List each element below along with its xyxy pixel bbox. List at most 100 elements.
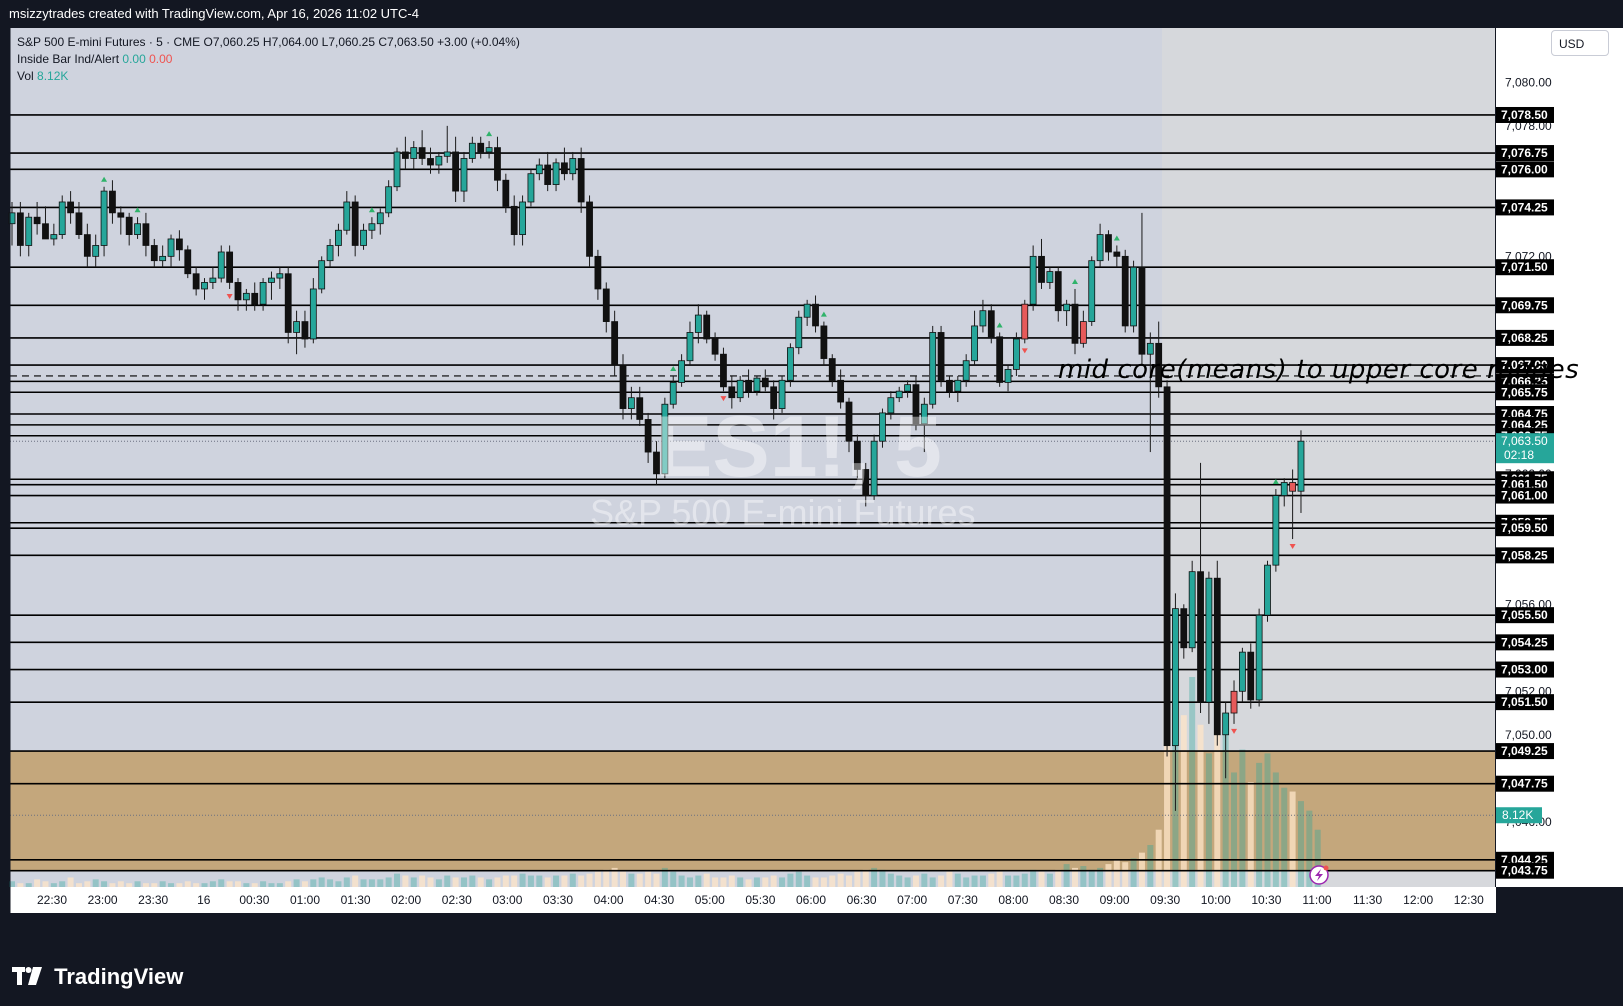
volume-bar xyxy=(837,873,844,887)
legend-volume-row[interactable]: Vol 8.12K xyxy=(17,68,520,85)
candle-body xyxy=(1038,255,1045,283)
candle-body xyxy=(987,310,995,338)
volume-bar xyxy=(1205,753,1212,887)
volume-bar xyxy=(1147,845,1154,887)
price-axis-tick: 7,050.00 xyxy=(1505,728,1552,742)
candle-body xyxy=(1297,440,1305,492)
volume-label: Vol xyxy=(17,69,34,83)
level-price-label: 7,071.50 xyxy=(1501,260,1548,274)
currency-button[interactable]: USD xyxy=(1551,30,1609,56)
candle-body xyxy=(58,201,66,235)
volume-bar xyxy=(318,877,325,887)
candle-body xyxy=(351,201,359,246)
candle-body xyxy=(234,282,242,301)
candle-body xyxy=(502,179,510,207)
time-axis-tick: 02:30 xyxy=(442,893,472,907)
candle-body xyxy=(736,379,744,399)
volume-tag-label: 8.12K xyxy=(1502,808,1533,822)
candle-body xyxy=(611,321,619,366)
bar-countdown: 02:18 xyxy=(1504,448,1534,462)
volume-bar xyxy=(569,873,576,887)
time-axis-tick: 05:30 xyxy=(745,893,775,907)
volume-bar xyxy=(486,879,493,887)
volume-bar xyxy=(276,883,283,887)
chart-annotation[interactable]: mid core(means) to upper core ranges xyxy=(1058,355,1579,385)
volume-bar xyxy=(645,871,652,887)
volume-bar xyxy=(854,871,861,887)
volume-bar xyxy=(527,875,534,887)
candle-body xyxy=(485,147,493,153)
volume-bar xyxy=(912,875,919,887)
alert-dot-icon xyxy=(1323,865,1329,871)
volume-bar xyxy=(117,881,124,887)
volume-bar xyxy=(954,873,961,887)
candle-body xyxy=(1063,303,1071,312)
level-price-label: 7,051.50 xyxy=(1501,695,1548,709)
candle-body xyxy=(477,142,485,153)
price-axis-tick: 7,080.00 xyxy=(1505,75,1552,89)
candle-body xyxy=(100,190,108,246)
candle-body xyxy=(1280,482,1288,496)
candle-body xyxy=(636,397,644,420)
volume-bar xyxy=(787,873,794,887)
candle-body xyxy=(1029,255,1037,305)
time-axis-tick: 03:30 xyxy=(543,893,573,907)
volume-bar xyxy=(67,877,74,887)
volume-bar xyxy=(929,877,936,887)
volume-bar xyxy=(452,877,459,887)
candle-body xyxy=(694,314,702,333)
indicator-name: Inside Bar Ind/Alert xyxy=(17,52,120,66)
volume-bar xyxy=(126,883,133,887)
volume-bar xyxy=(84,881,91,887)
tradingview-logo: TradingView xyxy=(12,960,183,994)
candle-body xyxy=(1054,271,1062,312)
volume-bar xyxy=(92,879,99,887)
candle-body xyxy=(16,212,24,246)
candle-body xyxy=(795,316,803,349)
time-axis-tick: 03:00 xyxy=(492,893,522,907)
volume-bar xyxy=(168,883,175,887)
legend-indicator-row[interactable]: Inside Bar Ind/Alert 0.00 0.00 xyxy=(17,51,520,68)
candle-body xyxy=(376,212,384,225)
time-axis-tick: 02:00 xyxy=(391,893,421,907)
volume-bar xyxy=(1122,862,1129,887)
volume-bar xyxy=(1297,801,1304,887)
volume-bar xyxy=(385,877,392,887)
volume-bar xyxy=(812,877,819,887)
candle-body xyxy=(527,173,535,203)
candle-body xyxy=(711,338,719,355)
candle-body xyxy=(703,314,711,340)
candle-body xyxy=(309,288,317,340)
candle-body xyxy=(1213,577,1221,736)
time-axis-tick: 01:30 xyxy=(341,893,371,907)
volume-bar xyxy=(419,875,426,887)
volume-bar xyxy=(762,877,769,887)
volume-bar xyxy=(469,875,476,887)
volume-bar xyxy=(301,881,308,887)
candle-body xyxy=(134,223,141,235)
candle-body xyxy=(159,255,167,262)
volume-bar xyxy=(352,875,359,887)
volume-bar xyxy=(887,873,894,887)
chart-frame: msizzytrades created with TradingView.co… xyxy=(0,0,1623,1006)
candle-body xyxy=(125,216,133,235)
candle-body xyxy=(360,229,367,246)
candle-body xyxy=(812,303,819,327)
candle-body xyxy=(761,377,769,388)
level-price-label: 7,047.75 xyxy=(1501,777,1548,791)
volume-bar xyxy=(1231,772,1238,887)
candle-body xyxy=(251,292,259,305)
volume-bar xyxy=(519,873,526,887)
level-price-label: 7,061.00 xyxy=(1501,489,1548,503)
volume-bar xyxy=(938,875,945,887)
volume-bar xyxy=(904,877,911,887)
volume-bar xyxy=(209,881,216,887)
candle-body xyxy=(1021,303,1029,340)
candle-body xyxy=(561,162,568,175)
candle-body xyxy=(745,379,752,392)
legend-symbol-row[interactable]: S&P 500 E-mini Futures · 5 · CME O7,060.… xyxy=(17,34,520,51)
level-price-label: 7,054.25 xyxy=(1501,635,1548,649)
candle-body xyxy=(1247,651,1255,701)
volume-bar xyxy=(728,875,735,887)
volume-bar xyxy=(979,875,986,887)
